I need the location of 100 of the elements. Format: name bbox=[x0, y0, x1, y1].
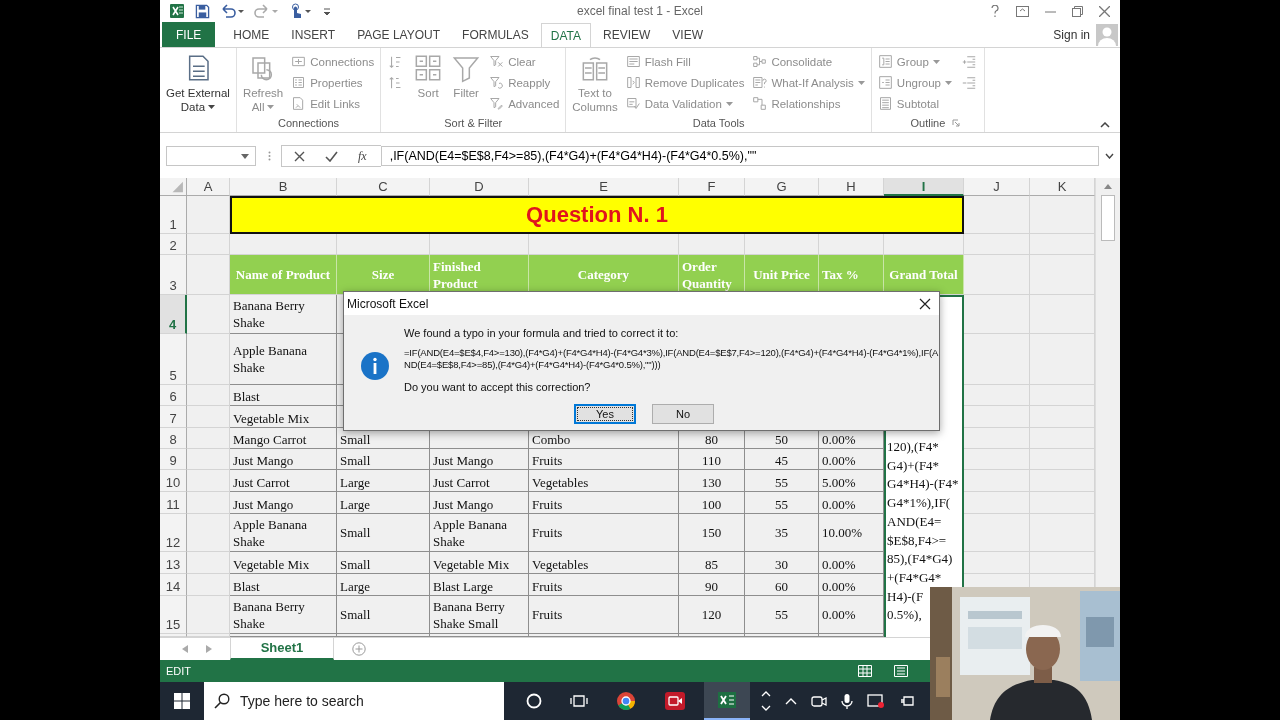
column-header[interactable]: K bbox=[1030, 178, 1095, 196]
ribbon-tab[interactable]: REVIEW bbox=[593, 22, 661, 47]
scroll-icon[interactable] bbox=[761, 690, 771, 712]
scroll-thumb[interactable] bbox=[1101, 195, 1115, 241]
table-cell: Large bbox=[337, 492, 430, 514]
column-header[interactable]: F bbox=[679, 178, 745, 196]
screen-capture-icon[interactable] bbox=[867, 693, 885, 709]
dialog-button[interactable]: No bbox=[652, 404, 714, 424]
dialog-message: We found a typo in your formula and tried to correct it to: bbox=[404, 327, 680, 339]
check-icon[interactable] bbox=[325, 150, 338, 162]
table-cell: Small bbox=[337, 552, 430, 574]
row-header[interactable]: 11 bbox=[160, 492, 187, 514]
table-cell: Vegetable Mix bbox=[430, 552, 529, 574]
page-layout-icon[interactable] bbox=[894, 665, 908, 677]
column-header[interactable]: A bbox=[187, 178, 230, 196]
row-header[interactable]: 6 bbox=[160, 385, 187, 406]
column-header[interactable]: H bbox=[819, 178, 884, 196]
ribbon-tab[interactable]: HOME bbox=[223, 22, 280, 47]
expand-icon[interactable] bbox=[1105, 153, 1114, 159]
table-cell: Blast bbox=[230, 574, 337, 596]
sign-in-link[interactable]: Sign in bbox=[1053, 27, 1090, 42]
start-icon[interactable] bbox=[174, 693, 190, 709]
table-cell: 55 bbox=[745, 470, 819, 492]
insert-function-button[interactable]: fx bbox=[358, 148, 367, 164]
ribbon-tab[interactable]: DATA bbox=[540, 23, 591, 48]
table-cell: Just Mango bbox=[230, 492, 337, 514]
row-header[interactable]: 13 bbox=[160, 552, 187, 574]
cancel-icon[interactable] bbox=[294, 150, 305, 162]
save-icon[interactable] bbox=[195, 3, 210, 19]
table-cell: 55 bbox=[745, 492, 819, 514]
row-header[interactable]: 8 bbox=[160, 428, 187, 449]
table-cell: Vegetables bbox=[529, 552, 679, 574]
microphone-icon[interactable] bbox=[841, 693, 853, 709]
ribbon-tab[interactable]: VIEW bbox=[662, 22, 713, 47]
dialog-button[interactable]: Yes bbox=[574, 404, 636, 424]
column-header[interactable]: E bbox=[529, 178, 679, 196]
collapse-ribbon-icon[interactable] bbox=[1100, 122, 1110, 128]
ribbon-tab[interactable]: INSERT bbox=[281, 22, 346, 47]
dialog-question: Do you want to accept this correction? bbox=[404, 381, 592, 393]
column-header[interactable]: J bbox=[964, 178, 1030, 196]
ribbon-display-icon[interactable] bbox=[1016, 5, 1029, 17]
row-header[interactable]: 4 bbox=[160, 295, 187, 334]
show-hidden-icons[interactable] bbox=[785, 697, 797, 705]
row-header[interactable]: 1 bbox=[160, 196, 187, 234]
advanced-filter-icon bbox=[489, 96, 505, 111]
row-header[interactable]: 15 bbox=[160, 596, 187, 634]
table-cell: Fruits bbox=[529, 596, 679, 634]
meet-icon[interactable] bbox=[811, 694, 827, 708]
formula-input[interactable]: ,IF(AND(E4=$E$8,F4>=85),(F4*G4)+(F4*G4*H4)-(F4*G4*0.5%),"" bbox=[380, 146, 1099, 166]
column-header[interactable]: I bbox=[884, 178, 964, 196]
table-cell: Just Mango bbox=[230, 449, 337, 470]
ribbon-tab[interactable]: FORMULAS bbox=[452, 22, 539, 47]
row-header[interactable]: 10 bbox=[160, 470, 187, 492]
row-header[interactable]: 5 bbox=[160, 334, 187, 385]
customize-toolbar-icon[interactable] bbox=[322, 6, 332, 16]
column-header[interactable]: B bbox=[230, 178, 337, 196]
browser-icon[interactable] bbox=[616, 691, 636, 711]
row-header[interactable]: 9 bbox=[160, 449, 187, 470]
spreadsheet-app-icon[interactable] bbox=[717, 690, 737, 710]
column-heading: Size bbox=[337, 255, 430, 295]
scroll-up-icon[interactable] bbox=[1104, 184, 1112, 189]
column-header[interactable]: C bbox=[337, 178, 430, 196]
power-icon[interactable] bbox=[899, 694, 917, 708]
table-cell: 130 bbox=[679, 470, 745, 492]
table-cell: 55 bbox=[745, 596, 819, 634]
table-cell: Large bbox=[337, 470, 430, 492]
row-header[interactable]: 2 bbox=[160, 234, 187, 255]
undo-icon[interactable] bbox=[220, 4, 244, 18]
connection-icon bbox=[291, 54, 307, 69]
video-recorder-icon[interactable] bbox=[664, 691, 686, 711]
ribbon-tab[interactable]: PAGE LAYOUT bbox=[347, 22, 451, 47]
table-cell: 90 bbox=[679, 574, 745, 596]
row-header[interactable]: 3 bbox=[160, 255, 187, 295]
table-cell: Small bbox=[337, 449, 430, 470]
table-cell: Blast Large bbox=[430, 574, 529, 596]
help-icon[interactable] bbox=[990, 5, 1000, 17]
dialog-title: Microsoft Excel bbox=[347, 296, 429, 311]
task-view-icon[interactable] bbox=[570, 693, 588, 709]
restore-icon[interactable] bbox=[1072, 5, 1083, 17]
ribbon-button[interactable]: Get External Data bbox=[164, 51, 232, 114]
table-cell: Vegetables bbox=[529, 470, 679, 492]
table-cell: Vegetable Mix bbox=[230, 406, 337, 428]
row-header[interactable]: 14 bbox=[160, 574, 187, 596]
row-header[interactable]: 12 bbox=[160, 514, 187, 552]
dialog-launcher-icon[interactable] bbox=[952, 119, 960, 127]
column-header[interactable]: G bbox=[745, 178, 819, 196]
column-header[interactable]: D bbox=[430, 178, 529, 196]
column-heading: Grand Total bbox=[884, 255, 964, 295]
group-icon bbox=[877, 54, 893, 69]
remove-duplicates-icon bbox=[625, 75, 641, 90]
taskbar-search-field[interactable]: Type here to search bbox=[204, 682, 504, 720]
table-cell: 60 bbox=[745, 574, 819, 596]
column-heading: Name of Product bbox=[230, 255, 337, 295]
sheet-tab[interactable]: Sheet1 bbox=[230, 637, 334, 660]
normal-view-icon[interactable] bbox=[858, 665, 872, 677]
status-mode: EDIT bbox=[166, 665, 192, 677]
close-icon[interactable] bbox=[919, 297, 931, 310]
cortana-icon[interactable] bbox=[526, 693, 542, 709]
row-header[interactable]: 7 bbox=[160, 406, 187, 428]
ribbon-tab[interactable]: FILE bbox=[162, 22, 216, 47]
